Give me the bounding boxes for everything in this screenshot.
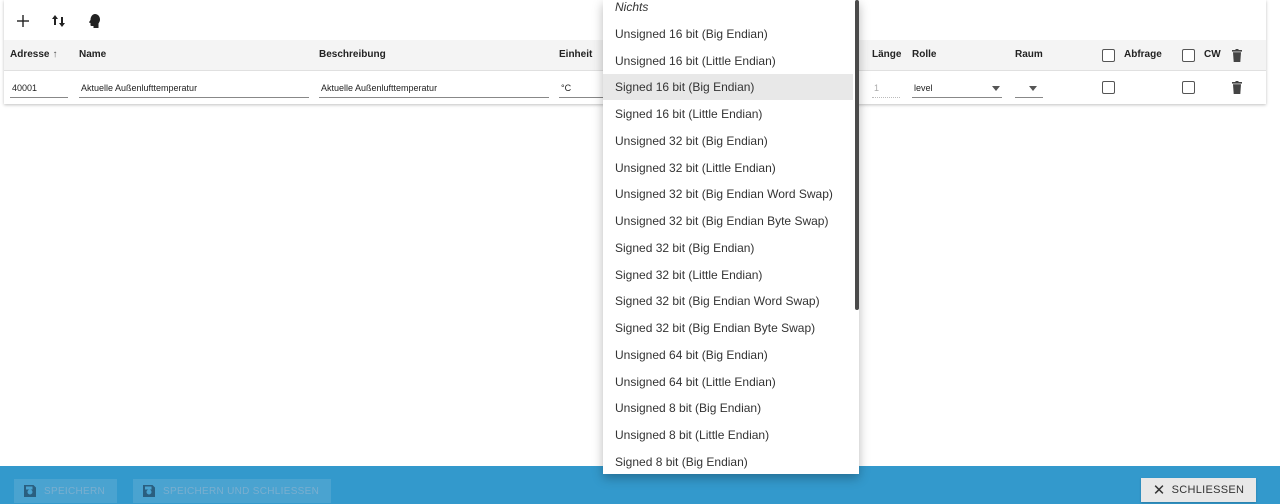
close-icon: ✕ xyxy=(1152,481,1166,499)
modbus-editor: Adresse ↑ Name Beschreibung Einheit Länge… xyxy=(0,0,1280,504)
sort-arrows-icon xyxy=(52,15,65,27)
sort-button[interactable] xyxy=(48,10,70,32)
room-select[interactable] xyxy=(1015,81,1043,98)
menu-item[interactable]: Signed 8 bit (Big Endian) xyxy=(603,449,853,474)
col-name[interactable]: Name xyxy=(79,49,106,60)
floppy-disk-icon xyxy=(24,485,36,497)
menu-item[interactable]: Unsigned 8 bit (Little Endian) xyxy=(603,422,853,448)
role-value: level xyxy=(914,83,933,93)
address-input[interactable]: 40001 xyxy=(10,81,68,98)
menu-item[interactable]: Signed 16 bit (Little Endian) xyxy=(603,101,853,127)
close-button[interactable]: ✕ SCHLIESSEN xyxy=(1141,478,1256,502)
save-button[interactable]: SPEICHERN xyxy=(14,479,118,503)
chevron-down-icon xyxy=(992,86,1000,91)
save-and-close-label: SPEICHERN UND SCHLIESSEN xyxy=(163,485,320,497)
menu-item[interactable]: Signed 32 bit (Big Endian) xyxy=(603,235,853,261)
col-poll: Abfrage xyxy=(1124,49,1162,60)
menu-item[interactable]: Unsigned 32 bit (Big Endian Word Swap) xyxy=(603,181,853,207)
menu-item[interactable]: Unsigned 64 bit (Big Endian) xyxy=(603,342,853,368)
menu-item[interactable]: Unsigned 16 bit (Big Endian) xyxy=(603,21,853,47)
poll-all-checkbox[interactable] xyxy=(1102,49,1115,62)
save-and-close-button[interactable]: SPEICHERN UND SCHLIESSEN xyxy=(133,479,332,503)
import-profile-button[interactable] xyxy=(84,10,106,32)
trash-icon xyxy=(1232,49,1242,62)
col-address-label: Adresse xyxy=(10,49,50,60)
menu-item[interactable]: Unsigned 32 bit (Little Endian) xyxy=(603,155,853,181)
col-cw: CW xyxy=(1204,49,1221,60)
head-profile-icon xyxy=(89,14,100,28)
length-input[interactable]: 1 xyxy=(872,81,900,98)
save-label: SPEICHERN xyxy=(44,485,106,497)
plus-icon xyxy=(17,15,29,27)
menu-scrollbar[interactable] xyxy=(855,0,859,310)
cw-all-checkbox[interactable] xyxy=(1182,49,1195,62)
data-type-dropdown-menu: Nichts Unsigned 16 bit (Big Endian) Unsign… xyxy=(603,0,859,474)
menu-item[interactable]: Signed 16 bit (Big Endian) xyxy=(603,74,853,101)
menu-item[interactable]: Unsigned 8 bit (Big Endian) xyxy=(603,395,853,421)
menu-item[interactable]: Signed 32 bit (Big Endian Word Swap) xyxy=(603,288,853,314)
sort-asc-icon: ↑ xyxy=(52,49,58,60)
unit-input[interactable]: °C xyxy=(559,81,603,98)
menu-item[interactable]: Unsigned 16 bit (Little Endian) xyxy=(603,48,853,74)
trash-icon xyxy=(1232,81,1242,94)
poll-checkbox[interactable] xyxy=(1102,81,1115,94)
menu-item[interactable]: Nichts xyxy=(603,0,853,20)
menu-item[interactable]: Unsigned 32 bit (Big Endian Byte Swap) xyxy=(603,208,853,234)
chevron-down-icon xyxy=(1029,86,1037,91)
close-label: SCHLIESSEN xyxy=(1171,484,1245,496)
delete-row-button[interactable] xyxy=(1232,81,1242,94)
role-select[interactable]: level xyxy=(912,81,1002,98)
name-input[interactable]: Aktuelle Außenlufttemperatur xyxy=(79,81,309,98)
cw-checkbox[interactable] xyxy=(1182,81,1195,94)
col-address[interactable]: Adresse ↑ xyxy=(10,49,57,60)
menu-item[interactable]: Unsigned 64 bit (Little Endian) xyxy=(603,369,853,395)
menu-item[interactable]: Signed 32 bit (Big Endian Byte Swap) xyxy=(603,315,853,341)
col-unit[interactable]: Einheit xyxy=(559,49,592,60)
delete-all-button[interactable] xyxy=(1232,49,1242,62)
menu-item[interactable]: Unsigned 32 bit (Big Endian) xyxy=(603,128,853,154)
col-room[interactable]: Raum xyxy=(1015,49,1043,60)
description-input[interactable]: Aktuelle Außenlufttemperatur xyxy=(319,81,549,98)
add-button[interactable] xyxy=(12,10,34,32)
col-role[interactable]: Rolle xyxy=(912,49,936,60)
col-length[interactable]: Länge xyxy=(872,49,901,60)
floppy-disk-icon xyxy=(143,485,155,497)
menu-item[interactable]: Signed 32 bit (Little Endian) xyxy=(603,262,853,288)
col-description[interactable]: Beschreibung xyxy=(319,49,386,60)
